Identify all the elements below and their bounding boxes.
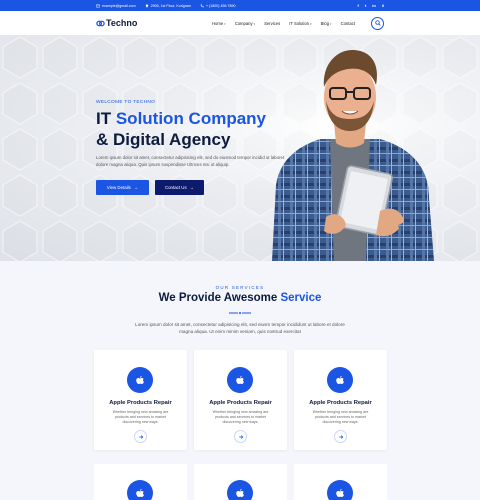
- search-icon: [374, 20, 381, 26]
- arrow-right-icon: →: [133, 185, 139, 190]
- logo-icon: [96, 20, 105, 26]
- facebook-icon[interactable]: f: [358, 3, 359, 8]
- service-card[interactable]: [94, 464, 187, 500]
- services-section: OUR SERVICES We Provide Awesome Service …: [0, 261, 480, 500]
- nav-item-label: Blog: [320, 20, 330, 26]
- service-card-text: Whether bringing new amazing are product…: [312, 410, 369, 425]
- services-title-highlight: Service: [280, 292, 322, 304]
- services-description: Lorem ipsum dolor sit amet, consectetur …: [135, 322, 345, 334]
- services-eyebrow: OUR SERVICES: [215, 285, 265, 290]
- phone-icon: [200, 3, 204, 7]
- service-icon-wrap: [327, 480, 353, 500]
- service-card-title: Apple Products Repair: [209, 400, 272, 406]
- nav-item-label: Company: [234, 20, 253, 26]
- view-details-label: View Details: [106, 185, 131, 190]
- topbar-email-text: example@gmail.com: [102, 3, 136, 8]
- linkedin-icon[interactable]: li: [382, 3, 384, 8]
- hero-title-line2: & Digital Agency: [96, 130, 231, 149]
- hero-eyebrow: WELCOME TO TECHNO: [96, 100, 156, 105]
- chevron-down-icon: ▾: [330, 21, 332, 26]
- logo[interactable]: Techno: [96, 18, 137, 28]
- service-card[interactable]: Apple Products Repair Whether bringing n…: [94, 350, 187, 450]
- main-header: Techno Home▾ Company▾ Services IT Soluti…: [0, 11, 480, 35]
- nav-item-contact[interactable]: Contact: [341, 21, 355, 26]
- nav-item-label: Contact: [340, 20, 355, 26]
- service-card[interactable]: Apple Products Repair Whether bringing n…: [294, 350, 387, 450]
- view-details-button[interactable]: View Details →: [96, 180, 149, 195]
- hero-section: WELCOME TO TECHNO IT Solution Company & …: [0, 35, 480, 261]
- nav-item-home[interactable]: Home▾: [212, 21, 226, 26]
- search-button[interactable]: [371, 16, 384, 30]
- service-card[interactable]: [194, 464, 287, 500]
- nav-item-label: Services: [264, 20, 281, 26]
- service-card[interactable]: [294, 464, 387, 500]
- apple-icon: [136, 376, 144, 384]
- service-card-link[interactable]: [134, 430, 147, 443]
- topbar-address-text: 2905, 1st Floor, Kurigram: [150, 3, 191, 8]
- instagram-icon[interactable]: in: [372, 3, 376, 8]
- apple-icon: [336, 376, 344, 384]
- service-icon-wrap: [127, 367, 153, 393]
- title-divider: [229, 312, 251, 314]
- nav-item-services[interactable]: Services: [264, 21, 280, 26]
- service-icon-wrap: [127, 480, 153, 500]
- nav-item-blog[interactable]: Blog▾: [321, 21, 332, 26]
- services-title: We Provide Awesome Service: [0, 292, 480, 304]
- arrow-right-icon: [138, 434, 143, 439]
- service-card-text: Whether bringing new amazing are product…: [112, 410, 169, 425]
- main-nav: Home▾ Company▾ Services IT Solution▾ Blo…: [212, 16, 384, 30]
- service-card-text: Whether bringing new amazing are product…: [212, 410, 269, 425]
- contact-us-button[interactable]: Contact Us →: [155, 180, 204, 195]
- arrow-right-icon: →: [189, 185, 195, 190]
- services-title-plain: We Provide Awesome: [158, 292, 281, 304]
- nav-item-company[interactable]: Company▾: [235, 21, 255, 26]
- apple-icon: [136, 489, 144, 497]
- nav-item-label: IT Solution: [289, 20, 310, 26]
- arrow-right-icon: [338, 434, 343, 439]
- logo-text: Techno: [106, 18, 138, 28]
- service-icon-wrap: [227, 480, 253, 500]
- hero-description: Lorem ipsum dolor sit amet, consectetur …: [96, 155, 285, 167]
- topbar-phone[interactable]: + (1800) 456 7890: [200, 4, 235, 8]
- service-icon-wrap: [227, 367, 253, 393]
- hero-person-image: [272, 49, 434, 261]
- chevron-down-icon: ▾: [253, 21, 256, 26]
- chevron-down-icon: ▾: [224, 21, 226, 26]
- contact-us-label: Contact Us: [164, 185, 187, 190]
- twitter-icon[interactable]: t: [365, 3, 366, 8]
- hero-title-highlight: Solution Company: [115, 109, 267, 128]
- service-icon-wrap: [327, 367, 353, 393]
- service-card-title: Apple Products Repair: [109, 400, 172, 406]
- service-card[interactable]: Apple Products Repair Whether bringing n…: [194, 350, 287, 450]
- service-card-title: Apple Products Repair: [309, 400, 372, 406]
- chevron-down-icon: ▾: [310, 21, 312, 26]
- topbar-email[interactable]: example@gmail.com: [96, 4, 136, 8]
- arrow-right-icon: [238, 434, 243, 439]
- top-bar: example@gmail.com 2905, 1st Floor, Kurig…: [0, 0, 480, 11]
- service-card-link[interactable]: [234, 430, 247, 443]
- apple-icon: [236, 489, 244, 497]
- apple-icon: [236, 376, 244, 384]
- apple-icon: [336, 489, 344, 497]
- location-icon: [145, 3, 148, 8]
- social-links: f t in li: [358, 3, 384, 8]
- nav-item-it-solution[interactable]: IT Solution▾: [289, 21, 311, 26]
- topbar-phone-text: + (1800) 456 7890: [205, 3, 236, 8]
- nav-item-label: Home: [212, 20, 224, 26]
- topbar-address: 2905, 1st Floor, Kurigram: [145, 4, 191, 8]
- service-card-link[interactable]: [334, 430, 347, 443]
- hero-title-plain: IT: [96, 109, 116, 128]
- mail-icon: [96, 4, 100, 7]
